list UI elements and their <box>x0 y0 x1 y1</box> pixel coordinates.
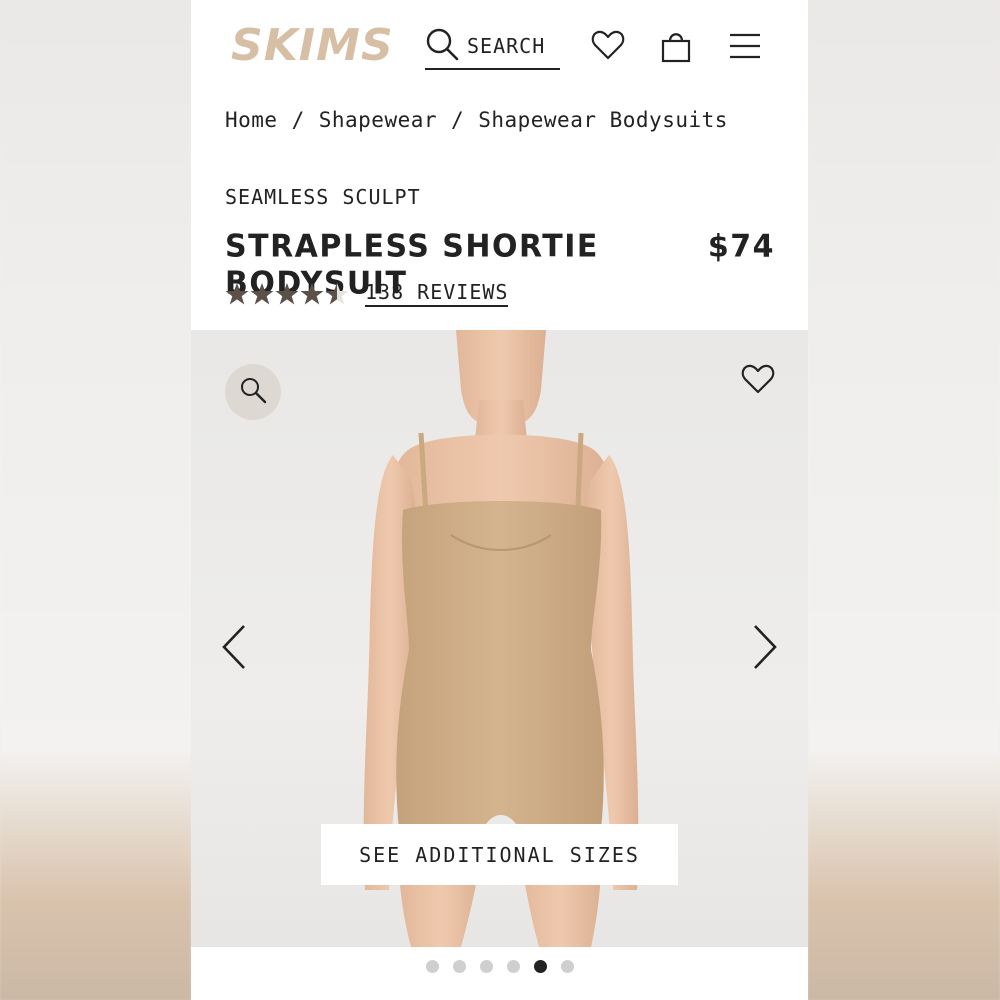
rating-row: 138 REVIEWS <box>225 280 509 307</box>
product-page: SKIMS SEARCH Home / Shapewear / Shapewear Bo… <box>191 0 808 1000</box>
star-icon <box>275 282 299 304</box>
carousel-dot[interactable] <box>425 960 439 973</box>
site-header: SKIMS SEARCH <box>191 0 808 95</box>
blurred-background-right <box>808 0 1000 1000</box>
star-icon <box>325 282 349 304</box>
breadcrumb-shapewear-bodysuits[interactable]: Shapewear Bodysuits <box>478 108 728 132</box>
search-label: SEARCH <box>467 34 546 58</box>
star-icon <box>300 282 324 304</box>
search-icon <box>425 27 459 65</box>
skims-logo[interactable]: SKIMS <box>231 20 394 71</box>
heart-icon[interactable] <box>591 28 625 66</box>
carousel-dot[interactable] <box>533 960 547 973</box>
carousel-dot[interactable] <box>560 960 574 973</box>
breadcrumb-separator: / <box>451 108 465 132</box>
see-additional-sizes-button[interactable]: SEE ADDITIONAL SIZES <box>321 824 678 885</box>
shopping-bag-icon[interactable] <box>659 28 693 68</box>
search-bar[interactable]: SEARCH <box>425 24 560 70</box>
product-price: $74 <box>707 228 775 265</box>
product-image-gallery[interactable]: SEE ADDITIONAL SIZES <box>191 330 808 947</box>
breadcrumb-home[interactable]: Home <box>225 108 278 132</box>
chevron-left-icon[interactable] <box>219 623 249 675</box>
collection-name[interactable]: SEAMLESS SCULPT <box>225 185 421 209</box>
heart-icon[interactable] <box>740 362 776 400</box>
zoom-button[interactable] <box>225 364 281 420</box>
breadcrumb-shapewear[interactable]: Shapewear <box>319 108 437 132</box>
star-icon <box>250 282 274 304</box>
breadcrumb: Home / Shapewear / Shapewear Bodysuits <box>225 108 728 132</box>
hamburger-menu-icon[interactable] <box>728 28 762 66</box>
carousel-dot[interactable] <box>479 960 493 973</box>
reviews-link[interactable]: 138 REVIEWS <box>365 280 509 307</box>
magnify-icon <box>239 376 267 408</box>
breadcrumb-separator: / <box>291 108 305 132</box>
carousel-pagination <box>191 960 808 973</box>
blurred-background-left <box>0 0 191 1000</box>
star-rating[interactable] <box>225 282 349 306</box>
star-icon <box>225 282 249 304</box>
chevron-right-icon[interactable] <box>750 623 780 675</box>
carousel-dot[interactable] <box>452 960 466 973</box>
carousel-dot[interactable] <box>506 960 520 973</box>
